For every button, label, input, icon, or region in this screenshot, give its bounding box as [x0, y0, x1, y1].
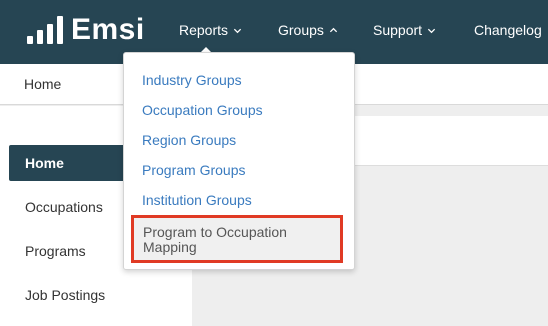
chevron-down-icon: [427, 28, 436, 33]
menu-item-program-to-occupation-mapping[interactable]: Program to Occupation Mapping: [131, 215, 343, 263]
emsi-logo[interactable]: Emsi: [27, 14, 145, 46]
brand-name: Emsi: [71, 13, 145, 46]
bars-logo-icon: [27, 16, 63, 44]
nav-changelog[interactable]: Changelog: [474, 22, 542, 38]
breadcrumb[interactable]: Home: [24, 76, 61, 92]
nav-groups[interactable]: Groups: [278, 22, 338, 38]
nav-changelog-label: Changelog: [474, 22, 542, 38]
menu-item-program-groups[interactable]: Program Groups: [142, 162, 245, 178]
menu-item-industry-groups[interactable]: Industry Groups: [142, 72, 242, 88]
chevron-down-icon: [233, 28, 242, 33]
nav-reports-label: Reports: [179, 22, 229, 38]
chevron-up-icon: [329, 27, 338, 32]
menu-item-program-to-occupation-mapping-label: Program to Occupation Mapping: [143, 224, 287, 255]
groups-dropdown-menu: Industry Groups Occupation Groups Region…: [123, 52, 355, 270]
menu-item-region-groups[interactable]: Region Groups: [142, 132, 236, 148]
nav-support-label: Support: [373, 22, 423, 38]
sidebar-item-job-postings[interactable]: Job Postings: [9, 277, 192, 313]
nav-support[interactable]: Support: [373, 22, 436, 38]
nav-reports[interactable]: Reports: [179, 22, 242, 38]
nav-groups-label: Groups: [278, 22, 324, 38]
menu-item-institution-groups[interactable]: Institution Groups: [142, 192, 252, 208]
menu-item-occupation-groups[interactable]: Occupation Groups: [142, 102, 263, 118]
